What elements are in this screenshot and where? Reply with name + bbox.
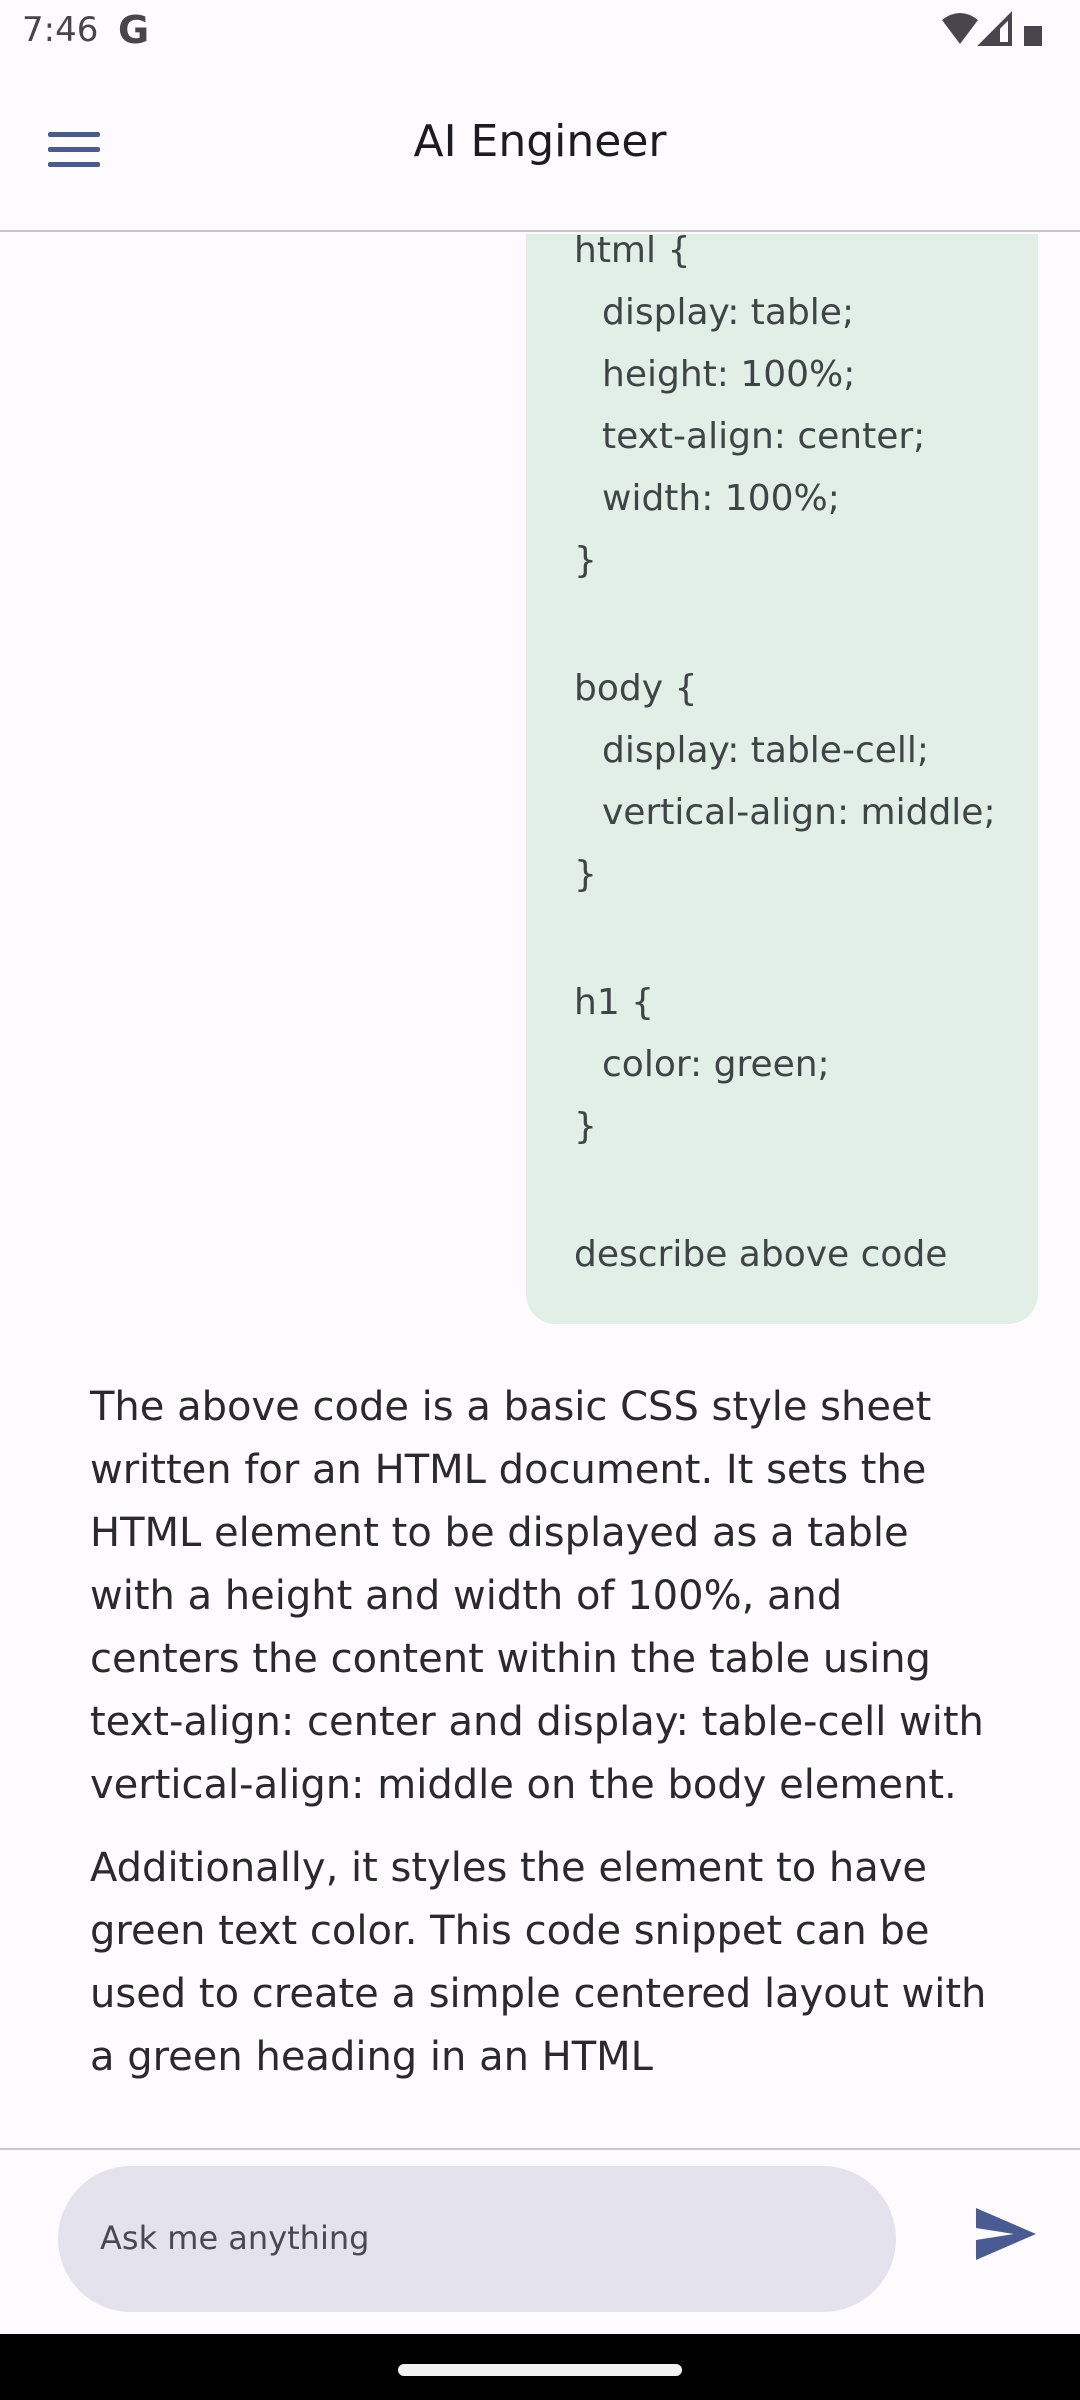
code-line: } [574, 1106, 597, 1147]
code-line: } [574, 540, 597, 581]
message-input-container[interactable] [58, 2166, 896, 2312]
status-bar: 7:46 G [0, 0, 1080, 64]
code-line: body { [574, 668, 698, 709]
code-line: describe above code [574, 1234, 948, 1275]
assistant-paragraph: The above code is a basic CSS style shee… [90, 1384, 984, 1808]
status-time: 7:46 [22, 10, 99, 50]
home-indicator[interactable] [398, 2364, 682, 2376]
send-icon [976, 2208, 1036, 2260]
code-line: } [574, 854, 597, 895]
send-button[interactable] [966, 2194, 1046, 2274]
cellular-signal-icon [977, 11, 1012, 46]
code-line: text-align: center; [602, 416, 926, 457]
assistant-paragraph: Additionally, it styles the element to h… [90, 1845, 987, 2080]
input-area [0, 2148, 1080, 2334]
code-line: color: green; [602, 1044, 830, 1085]
code-line: html { [574, 234, 691, 271]
chat-area[interactable]: html { display: table; height: 100%; text-a… [0, 234, 1080, 2148]
wifi-icon [942, 13, 978, 44]
code-line: width: 100%; [602, 478, 840, 519]
code-line: vertical-align: middle; [602, 792, 996, 833]
code-line: h1 { [574, 982, 655, 1023]
status-icons [940, 10, 1050, 50]
message-input[interactable] [100, 2206, 860, 2270]
user-message-bubble: html { display: table; height: 100%; text-a… [526, 234, 1038, 1324]
assistant-message: The above code is a basic CSS style shee… [90, 1376, 990, 2109]
code-line: display: table-cell; [602, 730, 930, 771]
app-bar: AI Engineer [0, 64, 1080, 232]
battery-icon [1024, 26, 1042, 46]
navigation-bar [0, 2334, 1080, 2400]
app-title: AI Engineer [413, 116, 667, 167]
google-icon: G [118, 8, 150, 52]
code-line: height: 100%; [602, 354, 856, 395]
code-line: display: table; [602, 292, 855, 333]
